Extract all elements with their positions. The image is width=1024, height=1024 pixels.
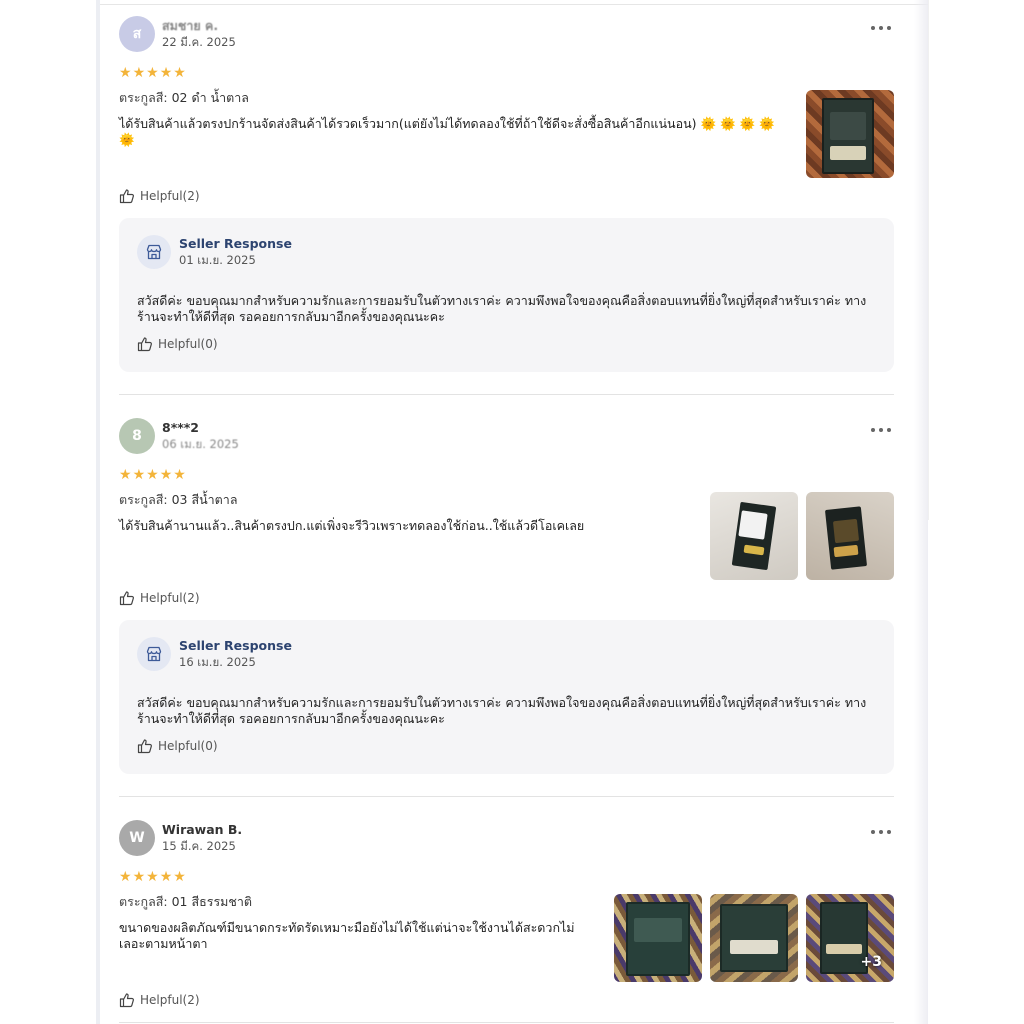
more-options-button[interactable] [871, 422, 891, 438]
review-header: 8 8***2 06 เม.ย. 2025 [119, 418, 894, 454]
review-item: 8 8***2 06 เม.ย. 2025 ★ ★ ★ ★ ★ ตระกูลสี: 03… [119, 418, 894, 778]
thumbs-up-icon [119, 189, 134, 204]
review-image[interactable] [806, 90, 894, 178]
star-rating: ★ ★ ★ ★ ★ [119, 468, 186, 482]
avatar: ส [119, 16, 155, 52]
star-icon: ★ [173, 65, 186, 81]
star-icon: ★ [132, 467, 146, 483]
helpful-label: Helpful(0) [158, 337, 218, 351]
star-icon: ★ [159, 467, 173, 483]
star-icon: ★ [173, 869, 186, 885]
seller-helpful-button[interactable]: Helpful(0) [137, 336, 218, 352]
review-images [806, 90, 894, 178]
helpful-button[interactable]: Helpful(2) [119, 992, 200, 1008]
star-icon: ★ [132, 869, 146, 885]
variant-info: ตระกูลสี: 03 สีน้ำตาล [119, 490, 237, 510]
review-item: ส สมชาย ค. 22 มี.ค. 2025 ★ ★ ★ ★ ★ ตระกูลสี:… [119, 16, 894, 376]
review-images: +3 [614, 894, 894, 982]
store-icon [137, 235, 171, 269]
star-icon: ★ [159, 869, 173, 885]
seller-title-block: Seller Response 16 เม.ย. 2025 [179, 638, 292, 670]
seller-response-text: สวัสดีค่ะ ขอบคุณมากสำหรับความรักและการยอ… [137, 293, 867, 324]
star-icon: ★ [146, 869, 159, 885]
helpful-label: Helpful(2) [140, 993, 200, 1007]
more-images-count: +3 [860, 954, 882, 970]
seller-response-title: Seller Response [179, 236, 292, 251]
review-divider [119, 796, 894, 797]
reviewer-info: Wirawan B. 15 มี.ค. 2025 [162, 822, 242, 854]
helpful-button[interactable]: Helpful(2) [119, 590, 200, 606]
seller-title-block: Seller Response 01 เม.ย. 2025 [179, 236, 292, 268]
star-icon: ★ [159, 65, 173, 81]
more-options-button[interactable] [871, 20, 891, 36]
seller-response-date: 01 เม.ย. 2025 [179, 253, 256, 267]
avatar: W [119, 820, 155, 856]
review-image[interactable] [710, 894, 798, 982]
left-divider [96, 0, 100, 1024]
more-options-button[interactable] [871, 824, 891, 840]
review-divider [119, 1022, 894, 1023]
helpful-label: Helpful(2) [140, 591, 200, 605]
seller-response-header: Seller Response 01 เม.ย. 2025 [137, 235, 292, 269]
star-rating: ★ ★ ★ ★ ★ [119, 66, 186, 80]
seller-response-date: 16 เม.ย. 2025 [179, 655, 256, 669]
reviewer-name: 8***2 [162, 420, 200, 435]
variant-label: ตระกูลสี: [119, 492, 168, 507]
star-icon: ★ [119, 467, 132, 483]
review-date: 15 มี.ค. 2025 [162, 839, 236, 853]
thumbs-up-icon [119, 993, 134, 1008]
helpful-label: Helpful(2) [140, 189, 200, 203]
variant-value: 01 สีธรรมชาติ [171, 894, 253, 909]
review-item: W Wirawan B. 15 มี.ค. 2025 ★ ★ ★ ★ ★ ตระกูลส… [119, 820, 894, 1024]
variant-label: ตระกูลสี: [119, 90, 168, 105]
star-icon: ★ [146, 467, 159, 483]
top-divider [100, 4, 928, 5]
thumbs-up-icon [137, 337, 152, 352]
thumbs-up-icon [137, 739, 152, 754]
star-icon: ★ [173, 467, 186, 483]
review-date: 22 มี.ค. 2025 [162, 35, 236, 49]
review-text: ได้รับสินค้านานแล้ว..สินค้าตรงปก.แต่เพิ่… [119, 518, 585, 533]
star-icon: ★ [146, 65, 159, 81]
review-text: ได้รับสินค้าแล้วตรงปกร้านจัดส่งสินค้าได้… [119, 116, 789, 148]
star-icon: ★ [119, 65, 132, 81]
seller-response: Seller Response 16 เม.ย. 2025 สวัสดีค่ะ … [119, 620, 894, 774]
seller-response-title: Seller Response [179, 638, 292, 653]
review-images [710, 492, 894, 580]
review-header: W Wirawan B. 15 มี.ค. 2025 [119, 820, 894, 856]
review-text-content: ได้รับสินค้าแล้วตรงปกร้านจัดส่งสินค้าได้… [119, 116, 697, 131]
variant-info: ตระกูลสี: 02 ดำ น้ำตาล [119, 88, 249, 108]
review-image[interactable] [806, 492, 894, 580]
right-edge-shadow [914, 0, 928, 1024]
star-icon: ★ [119, 869, 132, 885]
review-text: ขนาดของผลิตภัณฑ์มีขนาดกระทัดรัดเหมาะมือย… [119, 920, 575, 951]
variant-value: 02 ดำ น้ำตาล [171, 90, 249, 105]
right-divider [928, 0, 929, 520]
review-date: 06 เม.ย. 2025 [162, 437, 239, 451]
avatar: 8 [119, 418, 155, 454]
review-image[interactable] [710, 492, 798, 580]
star-icon: ★ [132, 65, 146, 81]
reviewer-name: สมชาย ค. [162, 18, 219, 33]
star-rating: ★ ★ ★ ★ ★ [119, 870, 186, 884]
helpful-button[interactable]: Helpful(2) [119, 188, 200, 204]
seller-response: Seller Response 01 เม.ย. 2025 สวัสดีค่ะ … [119, 218, 894, 372]
reviewer-info: 8***2 06 เม.ย. 2025 [162, 420, 239, 452]
variant-info: ตระกูลสี: 01 สีธรรมชาติ [119, 892, 252, 912]
variant-value: 03 สีน้ำตาล [171, 492, 238, 507]
thumbs-up-icon [119, 591, 134, 606]
review-header: ส สมชาย ค. 22 มี.ค. 2025 [119, 16, 894, 52]
review-image[interactable]: +3 [806, 894, 894, 982]
review-image[interactable] [614, 894, 702, 982]
reviewer-info: สมชาย ค. 22 มี.ค. 2025 [162, 18, 236, 50]
seller-response-header: Seller Response 16 เม.ย. 2025 [137, 637, 292, 671]
seller-response-text: สวัสดีค่ะ ขอบคุณมากสำหรับความรักและการยอ… [137, 695, 867, 726]
seller-helpful-button[interactable]: Helpful(0) [137, 738, 218, 754]
review-divider [119, 394, 894, 395]
store-icon [137, 637, 171, 671]
variant-label: ตระกูลสี: [119, 894, 168, 909]
helpful-label: Helpful(0) [158, 739, 218, 753]
reviewer-name: Wirawan B. [162, 822, 243, 837]
